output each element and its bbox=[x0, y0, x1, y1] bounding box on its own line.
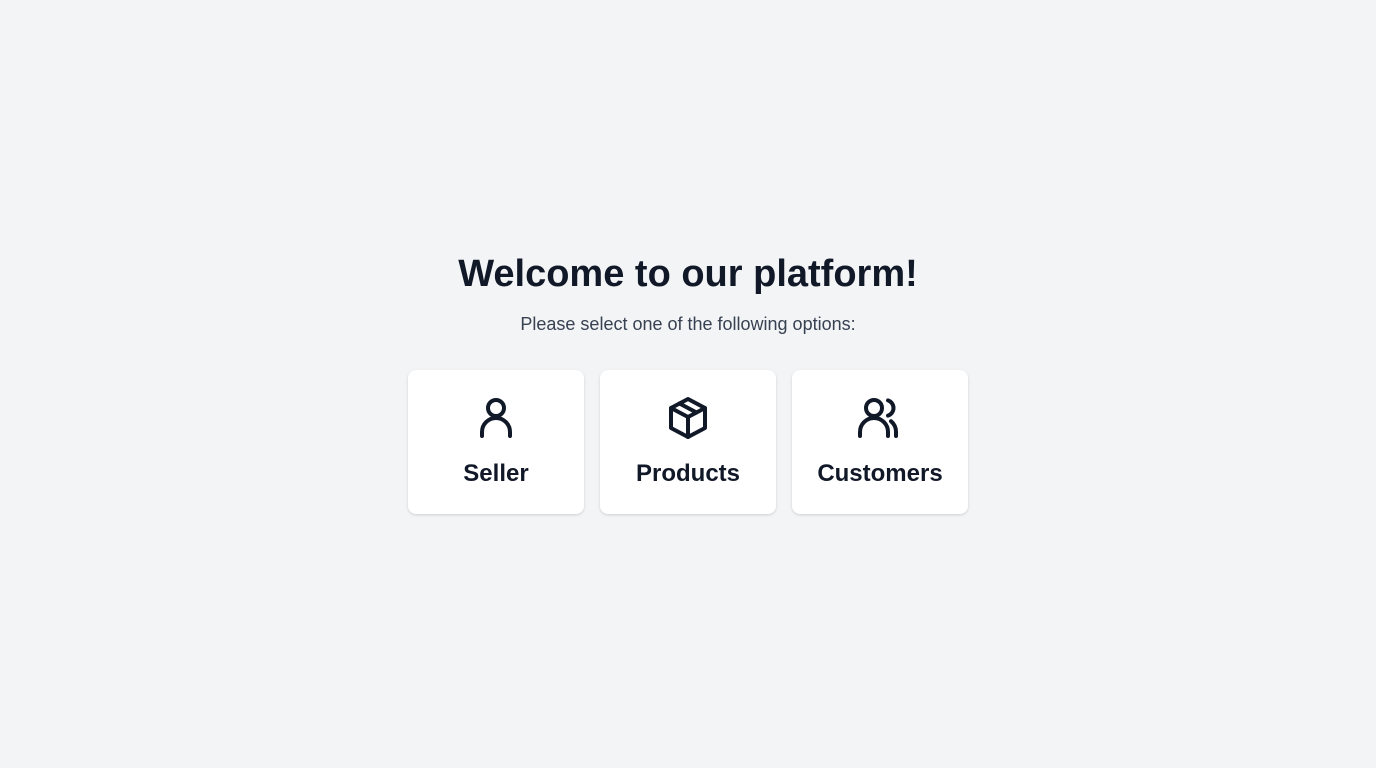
products-option-card[interactable]: Products bbox=[600, 370, 776, 514]
users-icon bbox=[856, 394, 904, 442]
customers-option-card[interactable]: Customers bbox=[792, 370, 968, 514]
products-option-label: Products bbox=[635, 460, 740, 487]
welcome-screen: Welcome to our platform! Please select o… bbox=[0, 0, 1376, 768]
page-title: Welcome to our platform! bbox=[458, 253, 918, 295]
seller-option-card[interactable]: Seller bbox=[408, 370, 584, 514]
seller-option-label: Seller bbox=[463, 460, 529, 487]
user-icon bbox=[472, 394, 520, 442]
page-subtitle: Please select one of the following optio… bbox=[520, 314, 856, 334]
options-grid: Seller Products Customers bbox=[408, 370, 968, 514]
box-icon bbox=[664, 394, 712, 442]
customers-option-label: Customers bbox=[817, 460, 943, 487]
